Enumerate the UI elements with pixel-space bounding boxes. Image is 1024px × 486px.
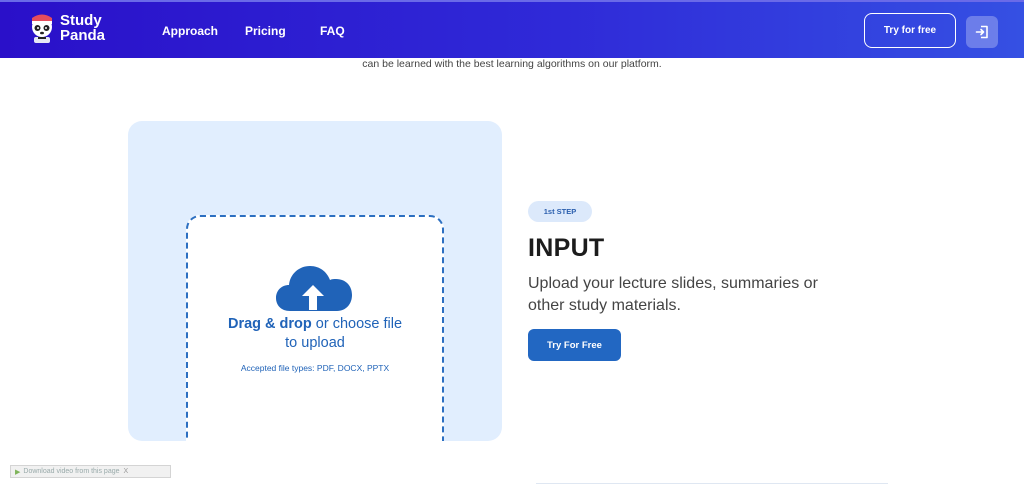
login-button[interactable] bbox=[966, 16, 998, 48]
to-upload-label: to upload bbox=[285, 335, 345, 351]
play-icon: ▶ bbox=[15, 468, 21, 476]
nav-link-faq[interactable]: FAQ bbox=[320, 24, 345, 38]
drag-drop-label: Drag & drop bbox=[227, 316, 312, 332]
try-for-free-button[interactable]: Try for free bbox=[864, 13, 956, 48]
panda-logo-icon bbox=[32, 14, 52, 43]
brand-logo[interactable]: Study Panda bbox=[28, 12, 105, 44]
intro-text: can be learned with the best learning al… bbox=[362, 58, 662, 70]
try-for-free-cta-button[interactable]: Try For Free bbox=[528, 329, 621, 361]
download-video-bar[interactable]: ▶ Download video from this page X bbox=[10, 465, 171, 478]
download-video-label[interactable]: Download video from this page bbox=[23, 468, 119, 475]
nav-link-pricing[interactable]: Pricing bbox=[245, 24, 286, 38]
choose-file-link[interactable]: or choose file bbox=[312, 316, 402, 332]
step-description: Upload your lecture slides, summaries or… bbox=[528, 275, 818, 314]
brand-name-line2: Panda bbox=[60, 27, 106, 44]
cloud-upload-icon bbox=[276, 266, 352, 311]
upload-card: Drag & drop or choose file to upload Acc… bbox=[128, 121, 502, 441]
top-navbar: Study Panda Approach Pricing FAQ Try for… bbox=[0, 0, 1024, 58]
nav-link-approach[interactable]: Approach bbox=[162, 24, 218, 38]
login-arrow-icon bbox=[975, 25, 988, 39]
step-badge: 1st STEP bbox=[528, 201, 592, 222]
brand-name-line1: Study bbox=[60, 12, 102, 29]
dropzone-instructions: Drag & drop or choose file to upload bbox=[188, 315, 442, 353]
accepted-file-types: Accepted file types: PDF, DOCX, PPTX bbox=[240, 363, 390, 373]
close-icon[interactable]: X bbox=[124, 468, 129, 475]
file-dropzone[interactable]: Drag & drop or choose file to upload Acc… bbox=[186, 215, 444, 441]
step-title: INPUT bbox=[528, 234, 605, 262]
